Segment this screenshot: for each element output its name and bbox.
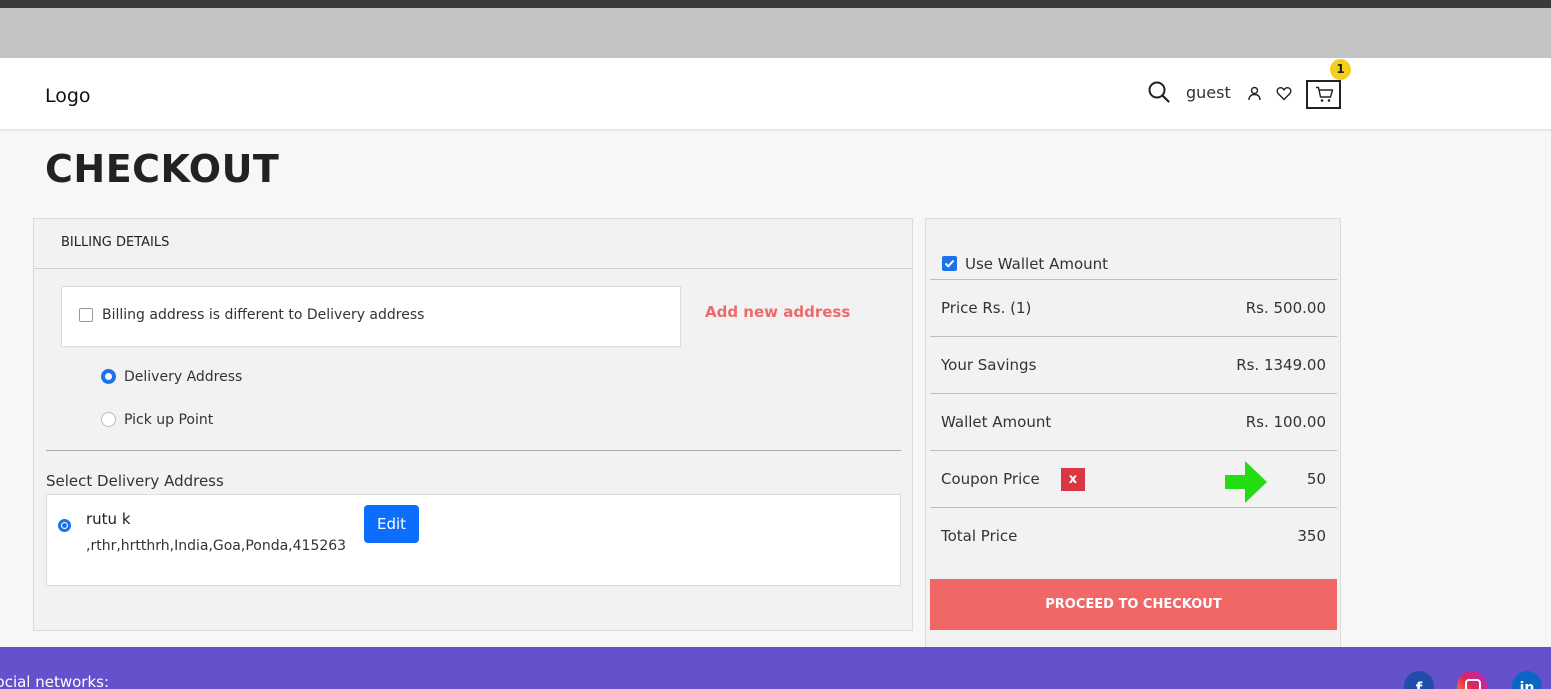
delivery-address-label: Delivery Address [124,369,243,385]
user-name-label[interactable]: guest [1186,83,1231,102]
proceed-to-checkout-button[interactable]: PROCEED TO CHECKOUT [930,579,1337,630]
social-networks-label: Social networks: [0,673,110,689]
use-wallet-label: Use Wallet Amount [965,255,1109,273]
savings-row: Your Savings Rs. 1349.00 [930,337,1337,394]
savings-value: Rs. 1349.00 [1236,356,1326,374]
delivery-address-radio[interactable] [101,369,116,384]
heart-icon[interactable] [1276,86,1292,101]
pickup-point-radio[interactable] [101,412,116,427]
cart-count-badge: 1 [1330,59,1351,80]
order-summary-panel: Use Wallet Amount Price Rs. (1) Rs. 500.… [925,218,1341,648]
remove-coupon-button[interactable]: x [1061,468,1085,491]
checkmark-icon [944,259,955,268]
coupon-price-label: Coupon Price [941,470,1040,488]
use-wallet-checkbox[interactable] [942,256,957,271]
pickup-point-label: Pick up Point [124,412,214,428]
page-title: CHECKOUT [45,147,280,191]
instagram-icon[interactable] [1457,671,1487,689]
different-address-option[interactable]: Billing address is different to Delivery… [61,286,681,347]
price-value: Rs. 500.00 [1245,299,1326,317]
total-price-label: Total Price [941,527,1018,545]
cart-button[interactable] [1306,80,1341,109]
site-footer: Social networks: f in [0,647,1551,689]
coupon-price-value: 50 [1306,470,1326,488]
use-wallet-option[interactable]: Use Wallet Amount [930,249,1337,280]
search-icon[interactable] [1148,81,1170,103]
wallet-amount-value: Rs. 100.00 [1245,413,1326,431]
linkedin-icon[interactable]: in [1512,671,1542,689]
savings-label: Your Savings [941,356,1037,374]
person-icon[interactable] [1247,86,1262,101]
billing-heading: BILLING DETAILS [61,235,170,250]
total-price-row: Total Price 350 [930,508,1337,565]
top-banner [0,8,1551,58]
price-label: Price Rs. (1) [941,299,1032,317]
billing-header: BILLING DETAILS [34,219,912,269]
facebook-icon[interactable]: f [1404,671,1434,689]
add-new-address-link[interactable]: Add new address [705,303,850,321]
coupon-price-row: Coupon Price x 50 [930,451,1337,508]
wallet-amount-row: Wallet Amount Rs. 100.00 [930,394,1337,451]
address-select-radio[interactable] [58,519,71,532]
wallet-amount-label: Wallet Amount [941,413,1052,431]
total-price-value: 350 [1297,527,1326,545]
address-name: rutu k [86,510,131,528]
cart-icon [1316,86,1334,102]
billing-details-panel: BILLING DETAILS Billing address is diffe… [33,218,913,631]
arrow-right-icon [1225,461,1267,503]
address-card: rutu k ,rthr,hrtthrh,India,Goa,Ponda,415… [46,494,901,586]
select-delivery-address-label: Select Delivery Address [46,472,224,490]
different-address-checkbox[interactable] [79,308,93,322]
site-header: Logo guest 1 [0,58,1551,130]
different-address-label[interactable]: Billing address is different to Delivery… [102,307,424,323]
address-line: ,rthr,hrtthrh,India,Goa,Ponda,415263 [86,538,347,554]
site-logo[interactable]: Logo [45,85,91,107]
price-row: Price Rs. (1) Rs. 500.00 [930,280,1337,337]
edit-address-button[interactable]: Edit [364,505,419,543]
divider [46,450,901,451]
browser-top-strip [0,0,1551,8]
